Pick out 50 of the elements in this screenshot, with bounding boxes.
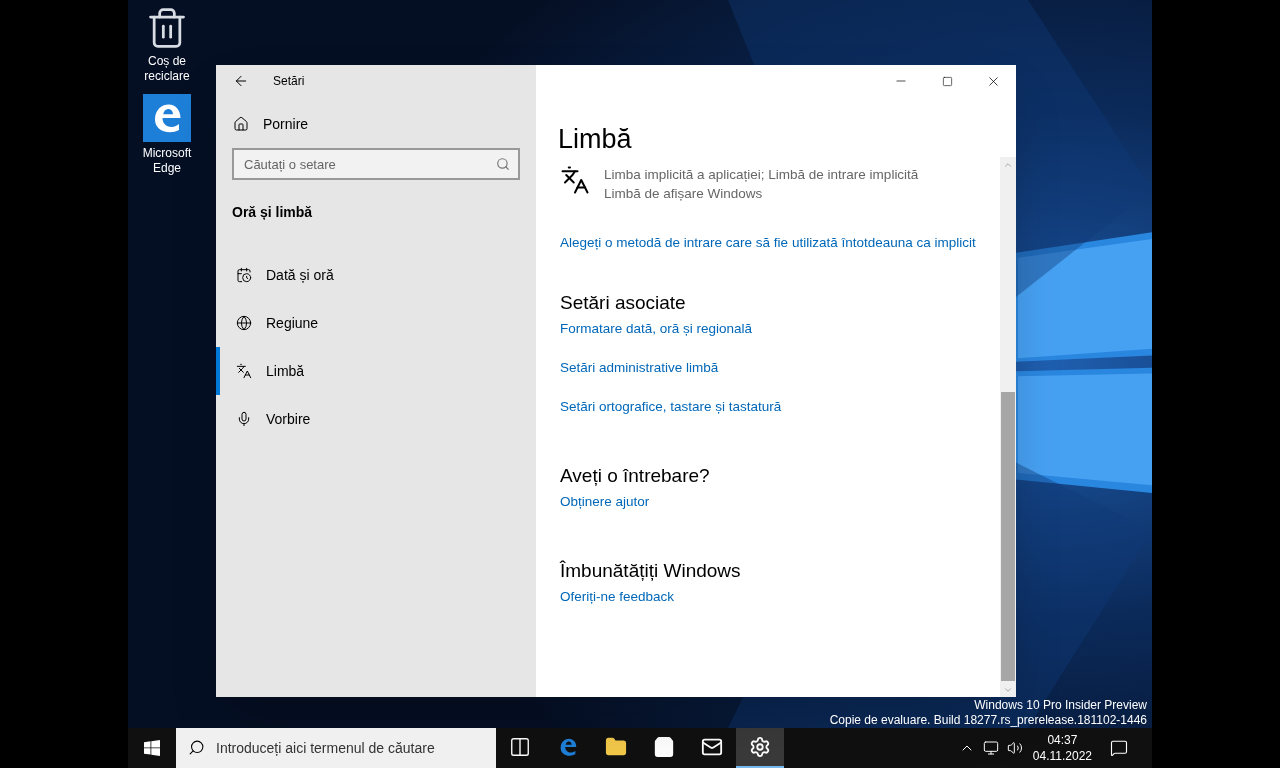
desktop-icon-label: Microsoft Edge — [141, 146, 193, 176]
window-title: Setări — [273, 73, 305, 90]
clock-time[interactable]: 04:37 — [1047, 732, 1078, 748]
settings-link[interactable]: Obținere ajutor — [560, 492, 650, 512]
back-button[interactable] — [233, 73, 249, 89]
settings-link[interactable]: Oferiți-ne feedback — [560, 587, 675, 607]
nav-item[interactable]: Dată și oră — [216, 251, 536, 299]
desktop-icon-label: Coș de reciclare — [143, 54, 191, 84]
scrollbar-thumb[interactable] — [1001, 392, 1015, 681]
group-heading: Aveți o întrebare? — [560, 464, 711, 489]
settings-link[interactable]: Setări administrative limbă — [560, 358, 719, 378]
search-icon — [496, 157, 510, 171]
maximize-icon — [941, 75, 953, 87]
settings-link[interactable]: Setări ortografice, tastare și tastatură — [560, 397, 782, 417]
language-note: Limbă de afișare Windows — [604, 185, 764, 203]
globe-icon — [236, 315, 252, 331]
search-field[interactable]: Căutați o setare — [232, 148, 520, 180]
group-heading: Setări asociate — [560, 291, 687, 316]
network-icon[interactable] — [982, 740, 999, 756]
folder-icon — [605, 736, 627, 758]
language-description: Limba implicită a aplicației; Limbă de intrare implicită — [604, 166, 919, 184]
microphone-icon — [236, 411, 252, 427]
edition-text: Windows 10 Pro Insider Preview — [974, 698, 1147, 713]
nav-item[interactable]: Vorbire — [216, 395, 536, 443]
calendar-clock-icon — [236, 267, 252, 283]
language-icon — [236, 363, 252, 379]
edition-text: Copie de evaluare. Build 18277.rs_prerelease.181102-1446 — [829, 713, 1147, 728]
windows-logo-icon — [144, 740, 160, 756]
taskbar-app-button[interactable] — [736, 728, 784, 768]
page-title: Limbă — [557, 123, 633, 156]
settings-icon — [749, 736, 771, 758]
input-method-link[interactable]: Alegeți o metodă de intrare care să fie utilizată întotdeauna ca implicit — [560, 233, 976, 254]
scroll-up-icon — [1003, 160, 1013, 170]
settings-link[interactable]: Formatare dată, oră și regională — [560, 319, 753, 339]
clock-date[interactable]: 04.11.2022 — [1032, 748, 1092, 764]
volume-icon[interactable] — [1006, 740, 1023, 756]
section-heading: Oră și limbă — [231, 203, 314, 222]
notifications-icon[interactable] — [1110, 739, 1128, 757]
language-icon — [560, 165, 590, 195]
mail-icon — [701, 736, 723, 758]
task-view-icon — [509, 736, 531, 758]
search-icon — [188, 739, 205, 756]
home-icon — [233, 116, 249, 132]
scrollbar[interactable] — [1000, 157, 1016, 697]
scroll-down-icon — [1003, 685, 1013, 695]
home-item[interactable]: Pornire — [216, 106, 536, 142]
group-heading: Îmbunătățiți Windows — [560, 559, 742, 584]
edge-shortcut-icon[interactable] — [143, 94, 191, 142]
nav-item[interactable]: Regiune — [216, 299, 536, 347]
taskbar-search-field[interactable]: Introduceți aici termenul de căutare — [176, 728, 496, 768]
